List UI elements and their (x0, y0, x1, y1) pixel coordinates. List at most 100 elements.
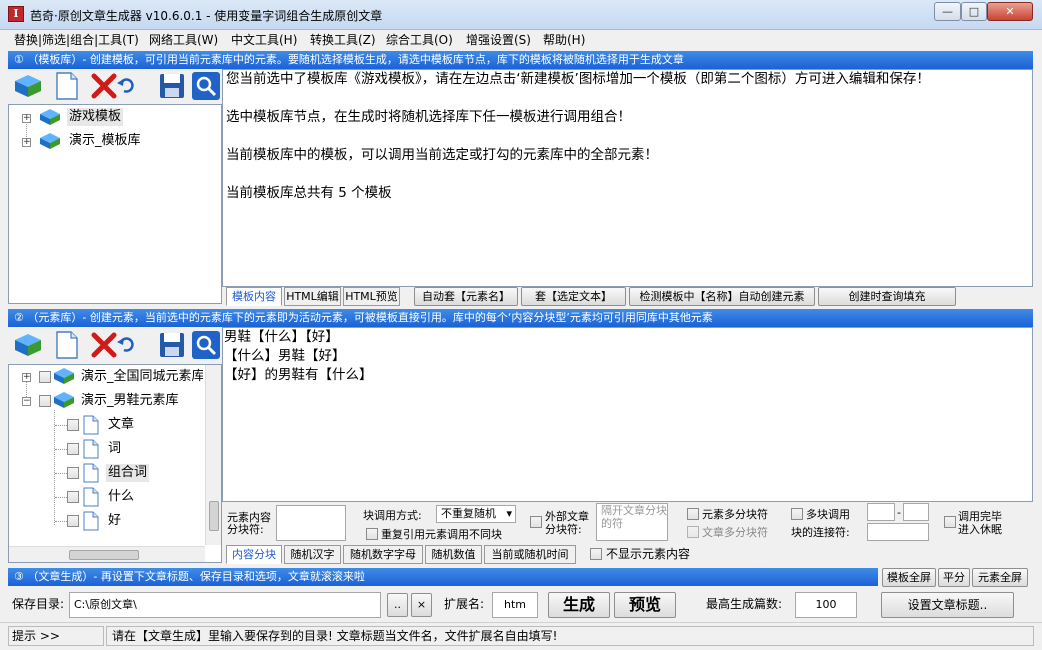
tab-random-chinese[interactable]: 随机汉字 (284, 545, 341, 564)
max-articles-label: 最高生成篇数: (706, 597, 783, 611)
repeat-ref-checkbox[interactable] (366, 528, 378, 540)
call-mode-value: 不重复随机 (441, 507, 496, 520)
save-dir-input[interactable]: C:\原创文章\ (69, 592, 381, 618)
tree-node-combo-word[interactable]: 组合词 (106, 464, 150, 482)
tree-node-game-template[interactable]: 游戏模板 (67, 108, 124, 126)
close-button[interactable]: ✕ (987, 2, 1033, 21)
element-checkbox[interactable] (67, 467, 79, 479)
maximize-button[interactable]: □ (961, 2, 987, 21)
template-content-area[interactable]: 您当前选中了模板库《游戏模板》，请在左边点击‘新建模板’图标增加一个模板（即第二… (222, 69, 1033, 287)
document-icon (83, 487, 99, 507)
generate-section-header: ③ （文章生成）- 再设置下文章标题、保存目录和选项，文章就滚滚来啦 (8, 568, 878, 586)
article-multi-block-checkbox[interactable] (687, 526, 699, 538)
split-view-button[interactable]: 平分 (938, 568, 970, 587)
finish-sleep-checkbox[interactable] (944, 516, 956, 528)
tab-time[interactable]: 当前或随机时间 (484, 545, 576, 564)
wrap-selected-text-button[interactable]: 套【选定文本】 (521, 287, 626, 306)
connector-input[interactable] (867, 523, 929, 541)
element-checkbox[interactable] (67, 443, 79, 455)
collapse-toggle[interactable]: − (22, 397, 31, 406)
template-library-icon[interactable] (12, 71, 44, 101)
max-articles-input[interactable]: 100 (795, 592, 857, 618)
template-content-text: 您当前选中了模板库《游戏模板》，请在左边点击‘新建模板’图标增加一个模板（即第二… (226, 71, 930, 201)
new-template-icon[interactable] (50, 71, 82, 101)
tree-node-what[interactable]: 什么 (108, 488, 134, 506)
set-title-button[interactable]: 设置文章标题.. (881, 592, 1014, 618)
element-checkbox[interactable] (67, 515, 79, 527)
call-mode-label: 块调用方式: (363, 509, 422, 522)
element-multi-block-checkbox[interactable] (687, 508, 699, 520)
horizontal-scrollbar[interactable] (9, 546, 205, 562)
tab-html-preview[interactable]: HTML预览 (343, 287, 400, 306)
template-fullscreen-button[interactable]: 模板全屏 (882, 568, 936, 587)
tree-node-shoe-elements[interactable]: 演示_男鞋元素库 (81, 392, 179, 410)
generate-button[interactable]: 生成 (548, 592, 610, 618)
tab-random-number[interactable]: 随机数值 (425, 545, 482, 564)
expand-toggle[interactable]: + (22, 114, 31, 123)
save-icon[interactable] (156, 71, 188, 101)
status-bar: 提示 >> 请在【文章生成】里输入要保存到的目录! 文章标题当文件名，文件扩展名… (0, 622, 1042, 650)
preview-button[interactable]: 预览 (614, 592, 676, 618)
expand-toggle[interactable]: + (22, 373, 31, 382)
new-element-icon[interactable] (50, 330, 82, 360)
scroll-thumb[interactable] (69, 550, 139, 560)
tree-node-word[interactable]: 词 (108, 440, 121, 458)
tab-random-alnum[interactable]: 随机数字字母 (343, 545, 423, 564)
hide-content-checkbox[interactable] (590, 548, 602, 560)
tab-template-content[interactable]: 模板内容 (226, 287, 282, 306)
external-article-label-2: 分块符: (545, 523, 582, 536)
browse-button[interactable]: .. (387, 593, 408, 617)
tree-node-city-elements[interactable]: 演示_全国同城元素库 (81, 368, 203, 386)
tree-node-good[interactable]: 好 (108, 512, 121, 530)
element-checkbox[interactable] (67, 491, 79, 503)
multi-call-min-input[interactable] (867, 503, 895, 521)
undo-icon[interactable] (116, 334, 136, 354)
window-title: 芭奇·原创文章生成器 v10.6.0.1 - 使用变量字词组合生成原创文章 (30, 9, 383, 23)
call-mode-select[interactable]: 不重复随机 ▾ (436, 505, 516, 523)
query-fill-button[interactable]: 创建时查询填充 (818, 287, 956, 306)
save-icon[interactable] (156, 330, 188, 360)
chevron-down-icon: ▾ (506, 507, 512, 520)
menu-replace-tools[interactable]: 替换|筛选|组合|工具(T) (14, 32, 139, 48)
hide-content-label: 不显示元素内容 (606, 547, 691, 561)
repeat-ref-label: 重复引用元素调用不同块 (381, 528, 502, 541)
external-separator-input[interactable]: 隔开文章分块的符 (596, 503, 668, 541)
article-multi-block-label: 文章多分块符 (702, 526, 768, 539)
element-content-text: 男鞋【什么】【好】 【什么】男鞋【好】 【好】的男鞋有【什么】 (224, 329, 373, 383)
menu-enhanced-settings[interactable]: 增强设置(S) (466, 32, 531, 48)
tree-node-article[interactable]: 文章 (108, 416, 134, 434)
search-icon[interactable] (190, 71, 222, 101)
document-icon (83, 463, 99, 483)
clear-button[interactable]: × (411, 593, 432, 617)
menu-convert-tools[interactable]: 转换工具(Z) (310, 32, 376, 48)
tab-html-edit[interactable]: HTML编辑 (284, 287, 341, 306)
tab-content-block[interactable]: 内容分块 (226, 545, 282, 564)
multi-call-checkbox[interactable] (791, 508, 803, 520)
document-icon (83, 439, 99, 459)
auto-wrap-element-name-button[interactable]: 自动套【元素名】 (414, 287, 518, 306)
extension-input[interactable]: htm (492, 592, 538, 618)
element-library-icon[interactable] (12, 330, 44, 360)
library-checkbox[interactable] (39, 371, 51, 383)
element-checkbox[interactable] (67, 419, 79, 431)
template-tree: + 游戏模板 + 演示_模板库 (8, 104, 222, 304)
expand-toggle[interactable]: + (22, 138, 31, 147)
multi-call-max-input[interactable] (903, 503, 929, 521)
library-checkbox[interactable] (39, 395, 51, 407)
menu-general-tools[interactable]: 综合工具(O) (386, 32, 453, 48)
search-icon[interactable] (190, 330, 222, 360)
menu-chinese-tools[interactable]: 中文工具(H) (231, 32, 297, 48)
block-separator-input[interactable] (276, 505, 346, 541)
minimize-button[interactable]: — (934, 2, 961, 21)
element-content-area[interactable]: 男鞋【什么】【好】 【什么】男鞋【好】 【好】的男鞋有【什么】 (222, 327, 1033, 502)
library-book-icon (54, 368, 74, 384)
menu-network-tools[interactable]: 网络工具(W) (149, 32, 218, 48)
tree-node-demo-template-library[interactable]: 演示_模板库 (69, 132, 141, 150)
external-article-checkbox[interactable] (530, 516, 542, 528)
element-fullscreen-button[interactable]: 元素全屏 (972, 568, 1028, 587)
vertical-scrollbar[interactable] (205, 365, 221, 545)
detect-create-elements-button[interactable]: 检测模板中【名称】自动创建元素 (629, 287, 815, 306)
undo-icon[interactable] (116, 75, 136, 95)
scroll-thumb[interactable] (209, 501, 219, 531)
menu-help[interactable]: 帮助(H) (543, 32, 585, 48)
